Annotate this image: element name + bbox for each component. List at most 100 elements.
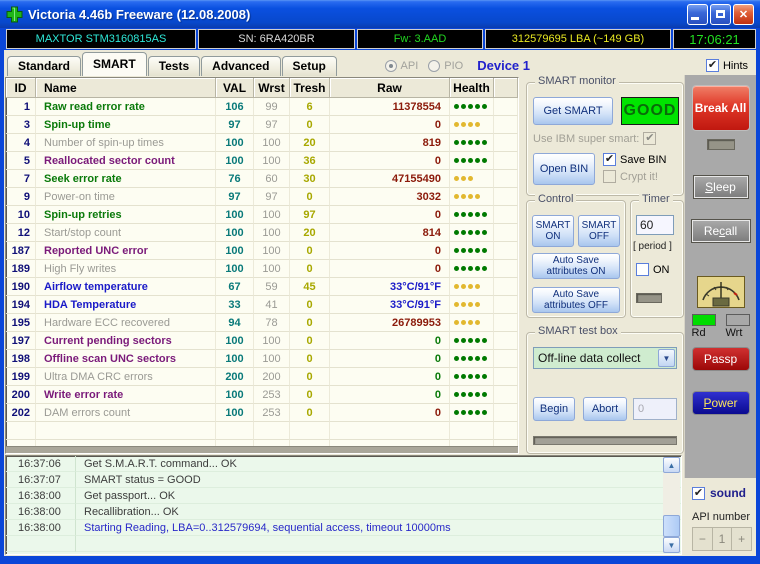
abort-button[interactable]: Abort [583,397,627,421]
table-row[interactable]: 189 High Fly writes 100 100 0 0 [6,260,518,278]
break-all-button[interactable]: Break All [691,85,750,131]
timer-period-input[interactable]: 60 [636,215,674,235]
header-wrst[interactable]: Wrst [254,78,290,98]
log-time: 16:38:00 [6,504,76,520]
begin-button[interactable]: Begin [533,397,575,421]
health-dots [450,116,494,134]
stepper-plus-button[interactable]: + [732,528,751,550]
log-message: Get S.M.A.R.T. command... OK [76,456,681,472]
write-indicator [725,314,750,326]
smart-status-badge: GOOD [621,97,679,125]
sound-checkbox[interactable]: ✔ [692,486,705,500]
test-select-value: Off-line data collect [538,351,641,365]
pio-radio[interactable] [428,59,441,72]
table-row[interactable]: 5 Reallocated sector count 100 100 36 0 [6,152,518,170]
stepper-minus-button[interactable]: − [693,528,713,550]
test-select[interactable]: Off-line data collect ▼ [533,347,677,369]
api-number-label: API number [692,511,751,523]
read-indicator-label: Rd [691,327,706,339]
close-button[interactable]: ✕ [733,3,754,25]
table-row[interactable]: 1 Raw read error rate 106 99 6 11378554 [6,98,518,116]
log-scrollbar[interactable]: ▲ ▼ [663,457,680,553]
table-row[interactable]: 12 Start/stop count 100 100 20 814 [6,224,518,242]
hints-group: ✔ Hints [705,59,748,72]
hints-checkbox[interactable]: ✔ [705,59,719,72]
chevron-down-icon[interactable]: ▼ [658,349,675,367]
table-row[interactable]: 10 Spin-up retries 100 100 97 0 [6,206,518,224]
health-dots [450,386,494,404]
table-row[interactable]: 198 Offline scan UNC sectors 100 100 0 0 [6,350,518,368]
header-health[interactable]: Health [450,78,494,98]
api-radio-label: API [400,59,419,72]
get-smart-button[interactable]: Get SMART [533,97,613,125]
table-row[interactable]: 4 Number of spin-up times 100 100 20 819 [6,134,518,152]
table-row[interactable]: 195 Hardware ECC recovered 94 78 0 26789953 [6,314,518,332]
log-message: Get passport... OK [76,488,681,504]
scrollbar-thumb[interactable] [663,515,680,537]
timer-on-checkbox[interactable] [636,263,649,276]
smart-on-button[interactable]: SMART ON [532,215,574,247]
table-row[interactable]: 9 Power-on time 97 97 0 3032 [6,188,518,206]
header-tresh[interactable]: Tresh [290,78,330,98]
write-indicator-label: Wrt [725,327,743,339]
test-counter-input[interactable]: 0 [633,398,677,420]
table-row[interactable]: 200 Write error rate 100 253 0 0 [6,386,518,404]
log-entry: 16:38:00 Starting Reading, LBA=0..3125796… [6,520,681,536]
table-row[interactable]: 187 Reported UNC error 100 100 0 0 [6,242,518,260]
log-message: Starting Reading, LBA=0..312579694, sequ… [76,520,681,536]
health-dots [450,188,494,206]
header-name[interactable]: Name [36,78,216,98]
crypt-it-label: Crypt it! [620,170,658,183]
auto-save-off-button[interactable]: Auto Save attributes OFF [532,287,620,313]
log-time: 16:38:00 [6,520,76,536]
header-extra [494,78,518,98]
table-row[interactable]: 197 Current pending sectors 100 100 0 0 [6,332,518,350]
scroll-up-icon[interactable]: ▲ [663,457,680,473]
maximize-button[interactable] [710,3,731,25]
ibm-super-smart-checkbox[interactable]: ✔ [643,132,657,145]
tab-standard[interactable]: Standard [7,56,82,76]
log-time: 16:37:06 [6,456,76,472]
health-dots [450,260,494,278]
drive-model: MAXTOR STM3160815AS [6,29,196,49]
scroll-down-icon[interactable]: ▼ [663,537,680,553]
auto-save-on-button[interactable]: Auto Save attributes ON [532,253,620,279]
header-id[interactable]: ID [6,78,36,98]
api-radio[interactable] [384,59,397,72]
tab-setup[interactable]: Setup [281,56,337,76]
recall-button[interactable]: Re c all [690,219,751,243]
table-row[interactable]: 202 DAM errors count 100 253 0 0 [6,404,518,422]
table-bottom-strip [6,446,518,453]
tab-smart[interactable]: SMART [82,52,147,76]
timer-on-label: ON [653,263,670,276]
table-row[interactable]: 3 Spin-up time 97 97 0 0 [6,116,518,134]
crypt-it-checkbox[interactable] [603,170,616,183]
hints-label: Hints [722,59,748,72]
sound-label: sound [710,486,746,500]
health-dots [450,368,494,386]
tab-tests[interactable]: Tests [147,56,201,76]
save-bin-checkbox[interactable]: ✔ [603,153,616,166]
port-mode-group: API PIO Device 1 [384,58,530,73]
smart-monitor-group: SMART monitor Get SMART GOOD Use IBM sup… [526,75,684,196]
table-row[interactable]: 199 Ultra DMA CRC errors 200 200 0 0 [6,368,518,386]
power-button[interactable]: Power [691,391,750,415]
header-val[interactable]: VAL [216,78,254,98]
smart-off-button[interactable]: SMART OFF [578,215,620,247]
read-indicator [691,314,716,326]
open-bin-button[interactable]: Open BIN [533,153,595,185]
table-row[interactable]: 194 HDA Temperature 33 41 0 33°C/91°F [6,296,518,314]
passport-button[interactable]: Passp [691,347,750,371]
minimize-button[interactable] [687,3,708,25]
header-raw[interactable]: Raw [330,78,450,98]
tab-advanced[interactable]: Advanced [201,56,281,76]
control-group: Control SMART ON SMART OFF Auto Save att… [526,193,626,318]
sleep-button[interactable]: Sleep [692,175,749,199]
table-row[interactable]: 7 Seek error rate 76 60 30 47155490 [6,170,518,188]
health-dots [450,224,494,242]
log-body: 16:37:06 Get S.M.A.R.T. command... OK 16:3… [6,456,681,552]
smart-attributes-table: ID Name VAL Wrst Tresh Raw Health 1 Raw r… [5,77,519,454]
timer-period-label: [ period ] [633,241,672,252]
victoria-window: Victoria 4.46b Freeware (12.08.2008) ✕ M… [0,0,760,564]
table-row[interactable]: 190 Airflow temperature 67 59 45 33°C/91°F [6,278,518,296]
